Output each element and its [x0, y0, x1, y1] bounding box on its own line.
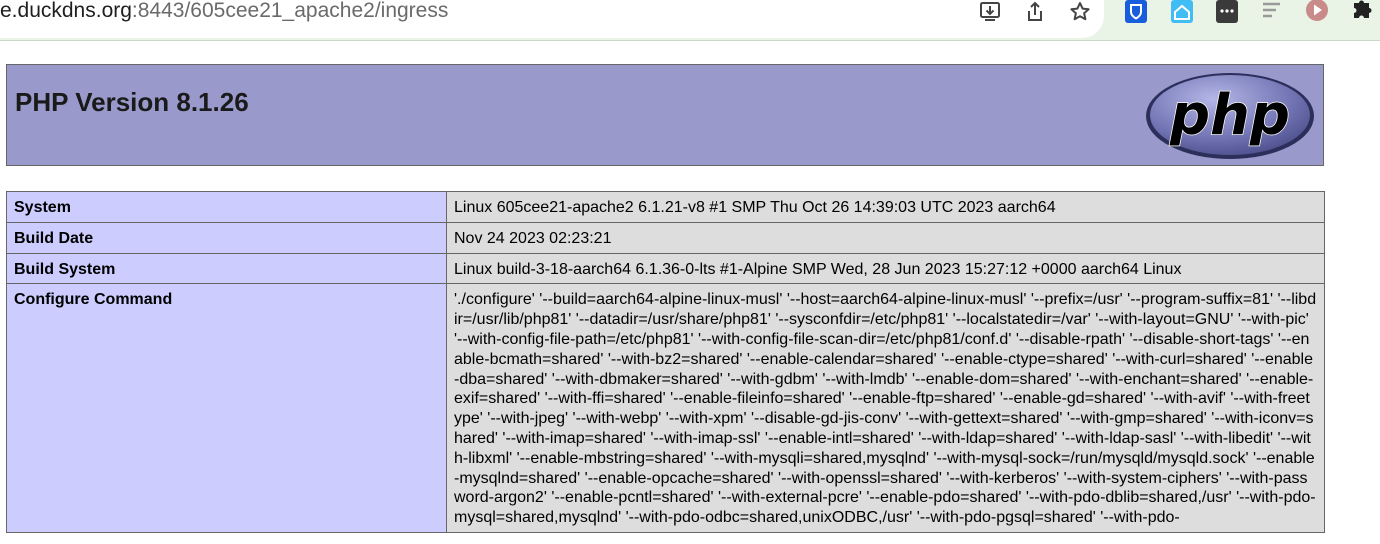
- reader-icon[interactable]: [1260, 0, 1284, 24]
- bitwarden-icon[interactable]: [1124, 0, 1148, 24]
- table-row: System Linux 605cee21-apache2 6.1.21-v8 …: [6, 191, 1325, 223]
- row-key-system: System: [6, 191, 447, 223]
- table-row: Configure Command './configure' '--build…: [6, 283, 1325, 533]
- url-text[interactable]: e.duckdns.org:8443/605cee21_apache2/ingr…: [0, 0, 448, 26]
- url-path: :8443/605cee21_apache2/ingress: [131, 0, 449, 22]
- media-play-icon[interactable]: [1305, 0, 1329, 24]
- row-value-build-date: Nov 24 2023 02:23:21: [446, 221, 1325, 254]
- php-info-table: System Linux 605cee21-apache2 6.1.21-v8 …: [6, 191, 1325, 533]
- table-row: Build System Linux build-3-18-aarch64 6.…: [6, 252, 1325, 285]
- row-key-configure-command: Configure Command: [6, 283, 447, 533]
- php-version-header: PHP Version 8.1.26 php: [6, 64, 1324, 166]
- share-icon[interactable]: [1023, 0, 1047, 24]
- table-row: Build Date Nov 24 2023 02:23:21: [6, 221, 1325, 254]
- row-value-system: Linux 605cee21-apache2 6.1.21-v8 #1 SMP …: [446, 191, 1325, 223]
- row-key-build-date: Build Date: [6, 221, 447, 254]
- extension-dots-icon[interactable]: [1215, 0, 1239, 24]
- row-value-configure-command: './configure' '--build=aarch64-alpine-li…: [446, 283, 1325, 533]
- download-icon[interactable]: [978, 0, 1002, 24]
- bookmark-star-icon[interactable]: [1068, 0, 1092, 24]
- page-title: PHP Version 8.1.26: [15, 87, 249, 117]
- php-logo-text: php: [1169, 83, 1290, 148]
- row-key-build-system: Build System: [6, 252, 447, 285]
- address-bar[interactable]: e.duckdns.org:8443/605cee21_apache2/ingr…: [0, 0, 1104, 38]
- home-assistant-icon[interactable]: [1170, 0, 1194, 24]
- row-value-build-system: Linux build-3-18-aarch64 6.1.36-0-lts #1…: [446, 252, 1325, 285]
- puzzle-extensions-icon[interactable]: [1350, 0, 1374, 24]
- url-host: e.duckdns.org: [0, 0, 132, 22]
- php-logo-icon[interactable]: php: [1145, 71, 1315, 161]
- browser-toolbar: e.duckdns.org:8443/605cee21_apache2/ingr…: [0, 0, 1380, 41]
